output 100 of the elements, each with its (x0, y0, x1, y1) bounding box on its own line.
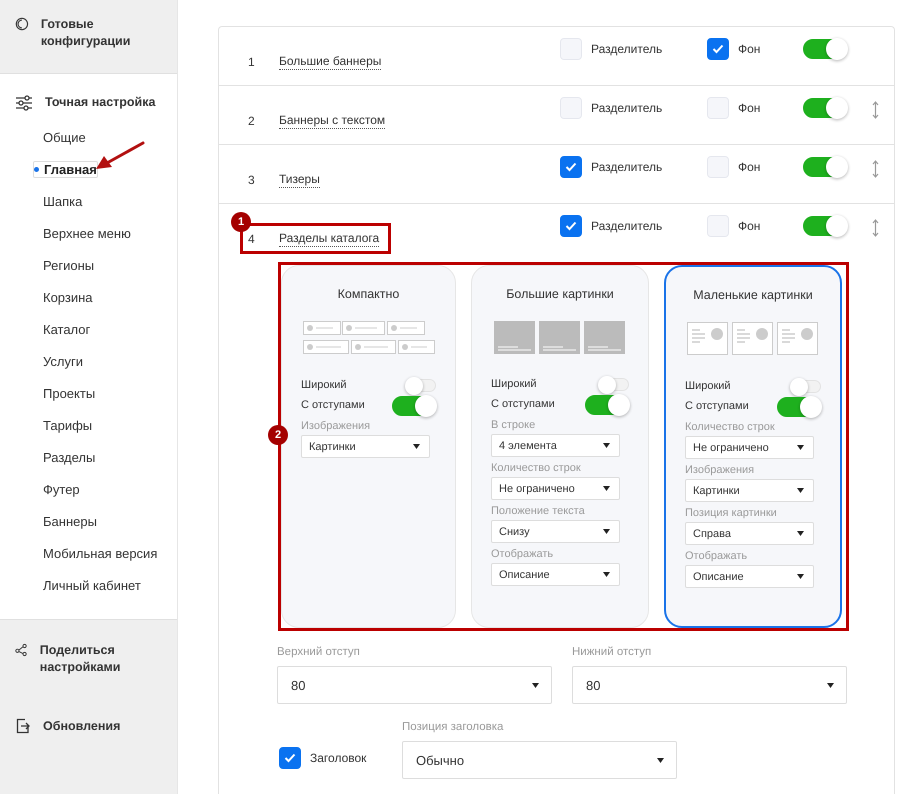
circle-icon (15, 16, 29, 32)
toggle-label: Широкий (491, 378, 537, 390)
toggle-label: С отступами (301, 399, 365, 411)
dropdown[interactable]: 4 элемента (491, 434, 620, 457)
card-title: Компактно (336, 287, 400, 301)
caret-icon (797, 531, 804, 536)
caret-icon (532, 682, 539, 688)
dropdown[interactable]: 80 (572, 666, 847, 704)
dropdown[interactable]: Картинки (685, 479, 814, 502)
sidebar-item[interactable]: Разделы (33, 450, 96, 464)
drag-handle-icon[interactable] (872, 101, 879, 119)
field-label: Отображать (685, 550, 748, 564)
caret-icon (603, 486, 610, 491)
dropdown[interactable]: Не ограничено (491, 477, 620, 500)
layout-card[interactable]: Большие картинки Широкий С отступами В строке 4 элемента Количество строк Не ограничено Положение текста Снизу Отображать Описание (471, 265, 649, 628)
checkbox-label: Фон (738, 219, 760, 233)
checkbox[interactable] (560, 215, 582, 237)
layout-card[interactable]: Компактно Широкий С отступами Изображения Картинки (281, 265, 456, 628)
field-label: Нижний отступ (572, 646, 652, 660)
field-label: Отображать (491, 548, 554, 562)
sidebar-item[interactable]: Тарифы (33, 418, 92, 432)
dropdown[interactable]: Обычно (402, 741, 677, 779)
checkbox[interactable] (707, 38, 729, 60)
caret-icon (657, 758, 664, 762)
sidebar-item[interactable]: Услуги (33, 354, 83, 368)
toggle-switch[interactable] (803, 216, 847, 236)
check-icon (565, 221, 577, 231)
sidebar-section[interactable]: Поделиться настройками (40, 642, 167, 676)
caret-icon (413, 444, 420, 449)
checkbox-label: Фон (738, 101, 760, 115)
sidebar-item[interactable]: Футер (33, 482, 80, 496)
checkbox-label: Фон (738, 160, 760, 174)
sidebar-item[interactable]: Личный кабинет (33, 578, 141, 592)
sidebar-item[interactable]: Верхнее меню (33, 226, 131, 240)
checkbox[interactable] (560, 156, 582, 178)
checkbox-label: Разделитель (591, 101, 662, 115)
dropdown[interactable]: Снизу (491, 520, 620, 543)
toggle-switch[interactable] (777, 396, 821, 416)
drag-handle-icon[interactable] (872, 160, 879, 178)
block-name[interactable]: Баннеры с текстом (279, 112, 386, 129)
toggle-label: Широкий (301, 379, 347, 391)
dropdown[interactable]: 80 (277, 666, 552, 704)
sidebar-item[interactable]: Общие (33, 130, 86, 144)
dropdown[interactable]: Описание (491, 563, 620, 586)
field-label: Количество строк (491, 462, 582, 476)
sidebar-item[interactable]: Каталог (33, 322, 90, 336)
sidebar-item[interactable]: Баннеры (33, 514, 97, 528)
drag-handle-icon[interactable] (872, 219, 879, 237)
sidebar-item[interactable]: Корзина (33, 290, 93, 304)
sliders-icon (15, 94, 33, 110)
row-number: 2 (248, 114, 256, 128)
block-name[interactable]: Большие баннеры (279, 53, 382, 70)
block-name[interactable]: Тизеры (279, 171, 320, 188)
toggle-switch[interactable] (803, 39, 847, 59)
exit-icon (15, 718, 31, 734)
field-label: Положение текста (491, 505, 586, 519)
field-label: Верхний отступ (277, 646, 361, 660)
field-label: Позиция заголовка (402, 721, 504, 735)
sidebar-item[interactable]: Регионы (33, 258, 94, 272)
toggle-switch[interactable] (803, 98, 847, 118)
caret-icon (603, 572, 610, 577)
row-number: 4 (248, 232, 256, 246)
caret-icon (603, 443, 610, 448)
callout-badge: 1 (231, 212, 251, 232)
caret-icon (827, 682, 834, 688)
checkbox-label: Разделитель (591, 42, 662, 56)
sidebar-item[interactable]: Мобильная версия (33, 546, 158, 560)
field-label: В строке (491, 419, 536, 433)
check-icon (565, 162, 577, 172)
field-label: Количество строк (685, 421, 776, 435)
toggle-label: С отступами (491, 398, 555, 410)
dropdown[interactable]: Описание (685, 565, 814, 588)
caret-icon (797, 574, 804, 579)
checkbox[interactable] (279, 747, 301, 769)
dropdown[interactable]: Не ограничено (685, 436, 814, 459)
sidebar-item[interactable]: Шапка (33, 194, 82, 208)
layout-card[interactable]: Маленькие картинки Широкий С отступами Количество строк Не ограничено Изображения Картинки Позиция картинки Справа Отображать Описание (664, 265, 842, 628)
checkbox-label: Разделитель (591, 160, 662, 174)
sidebar-item[interactable]: Главная (33, 160, 98, 178)
sidebar-section[interactable]: Обновления (43, 718, 120, 735)
toggle-switch[interactable] (585, 394, 629, 414)
dropdown[interactable]: Справа (685, 522, 814, 545)
sidebar-item[interactable]: Проекты (33, 386, 96, 400)
checkbox-label: Разделитель (591, 219, 662, 233)
card-title: Маленькие картинки (692, 288, 814, 302)
toggle-label: С отступами (685, 400, 749, 412)
share-icon (15, 642, 28, 658)
field-label: Изображения (685, 464, 756, 478)
toggle-switch[interactable] (392, 396, 436, 416)
checkbox-label: Заголовок (310, 751, 366, 765)
dropdown[interactable]: Картинки (301, 435, 430, 458)
block-name[interactable]: Разделы каталога (279, 230, 380, 247)
toggle-switch[interactable] (803, 157, 847, 177)
check-icon (284, 753, 296, 763)
check-icon (712, 44, 724, 54)
toggle-label: Широкий (685, 380, 731, 392)
checkbox-label: Фон (738, 42, 760, 56)
caret-icon (797, 488, 804, 493)
sidebar-section[interactable]: Точная настройка (45, 94, 156, 111)
caret-icon (797, 445, 804, 450)
